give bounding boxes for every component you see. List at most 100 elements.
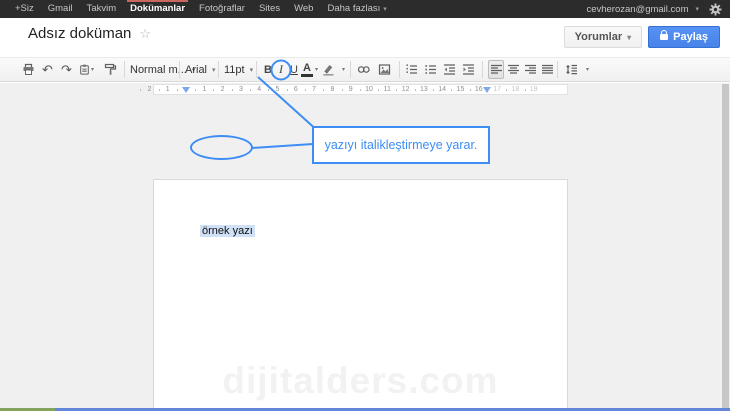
ruler-number: 8 <box>330 86 334 93</box>
toolbar-separator <box>124 61 125 78</box>
web-clipboard-button[interactable]: ▾ <box>79 61 98 78</box>
watermark: dijitalders.com <box>154 360 567 402</box>
account-email[interactable]: cevherozan@gmail.com <box>586 4 688 15</box>
ruler-number: 7 <box>312 86 316 93</box>
line-spacing-button[interactable] <box>563 61 579 78</box>
header-actions: Yorumlar ▾ Paylaş <box>564 26 720 48</box>
ruler-number: 11 <box>384 86 391 93</box>
star-icon[interactable]: ☆ <box>139 26 151 42</box>
ruler-number: 10 <box>365 86 373 93</box>
document-title[interactable]: Adsız doküman <box>28 25 131 42</box>
align-center-button[interactable] <box>505 60 521 79</box>
ruler-tick <box>506 89 507 91</box>
font-size-dropdown[interactable]: 11pt ▾ <box>224 61 251 78</box>
undo-button[interactable]: ↶ <box>41 61 54 78</box>
ruler-number: 18 <box>511 86 519 93</box>
align-right-button[interactable] <box>522 60 538 79</box>
decrease-indent-button[interactable] <box>443 61 456 78</box>
paint-format-button[interactable] <box>104 61 117 78</box>
scrollbar-thumb[interactable] <box>722 84 729 409</box>
ruler-number: 19 <box>530 86 538 93</box>
document-canvas: dijitalders.com örnek yazı <box>0 83 730 411</box>
numbered-list-button[interactable] <box>405 61 418 78</box>
ruler-tick <box>213 89 214 91</box>
ruler-tick <box>287 89 288 91</box>
font-size-value: 11pt <box>224 64 245 76</box>
redo-button[interactable]: ↷ <box>60 61 73 78</box>
ruler-tick <box>250 89 251 91</box>
chevron-down-icon: ▾ <box>250 66 254 74</box>
ruler-number: 14 <box>438 86 446 93</box>
chevron-down-icon[interactable]: ▾ <box>695 5 699 13</box>
topbar-item[interactable]: Gmail <box>41 0 80 18</box>
ruler-tick <box>525 89 526 91</box>
bold-button[interactable]: B <box>262 61 274 78</box>
toolbar-separator <box>482 61 483 78</box>
chevron-down-icon: ▾ <box>91 66 94 73</box>
lock-icon <box>660 34 668 40</box>
ruler-tick <box>451 89 452 91</box>
italic-label: I <box>279 62 283 77</box>
font-dropdown[interactable]: Arial ▾ <box>185 61 213 78</box>
align-justify-button[interactable] <box>539 60 555 79</box>
align-left-button[interactable] <box>488 60 504 79</box>
italic-button[interactable]: I <box>275 61 287 78</box>
bulleted-list-button[interactable] <box>424 61 437 78</box>
ruler-tick <box>342 89 343 91</box>
gear-icon[interactable] <box>709 3 722 16</box>
topbar-item[interactable]: +Siz <box>8 0 41 18</box>
toolbar-separator <box>256 61 257 78</box>
font-value: Arial <box>185 64 207 76</box>
topbar-item[interactable]: Dokümanlar <box>123 0 192 18</box>
topbar-item[interactable]: Takvim <box>80 0 124 18</box>
ruler-number: 5 <box>276 86 280 93</box>
topbar-item[interactable]: Sites <box>252 0 287 18</box>
ruler-tick <box>378 89 379 91</box>
toolbar-separator <box>179 61 180 78</box>
ruler-number: 12 <box>402 86 410 93</box>
print-button[interactable] <box>22 61 35 78</box>
topbar-item[interactable]: Web <box>287 0 320 18</box>
toolbar-separator <box>350 61 351 78</box>
chevron-down-icon: ▾ <box>627 33 631 42</box>
document-page[interactable]: dijitalders.com örnek yazı <box>153 179 568 411</box>
ruler-number: 3 <box>239 86 243 93</box>
text-color-button[interactable]: A <box>301 63 313 77</box>
left-margin-marker[interactable] <box>182 87 190 93</box>
topbar-nav: +SizGmailTakvimDokümanlarFotoğraflarSite… <box>0 0 394 18</box>
ruler-tick <box>177 89 178 91</box>
comments-button[interactable]: Yorumlar ▾ <box>564 26 643 48</box>
topbar-item[interactable]: Daha fazlası▾ <box>320 0 393 18</box>
chevron-down-icon: ▾ <box>383 6 387 13</box>
chevron-down-icon[interactable]: ▾ <box>342 66 345 73</box>
ruler-tick <box>360 89 361 91</box>
styles-dropdown[interactable]: Normal m... ▾ <box>130 61 174 78</box>
ruler-number: 15 <box>457 86 465 93</box>
ruler-number: 16 <box>475 86 483 93</box>
undo-icon: ↶ <box>42 63 53 76</box>
ruler-number: 4 <box>257 86 261 93</box>
increase-indent-button[interactable] <box>462 61 475 78</box>
ruler-number: 2 <box>221 86 225 93</box>
insert-image-button[interactable] <box>377 61 392 78</box>
ruler-tick <box>323 89 324 91</box>
highlight-color-button[interactable] <box>322 61 335 78</box>
insert-link-button[interactable] <box>356 61 371 78</box>
ruler-tick <box>268 89 269 91</box>
sample-text[interactable]: örnek yazı <box>200 225 255 237</box>
topbar-item[interactable]: Fotoğraflar <box>192 0 252 18</box>
ruler-tick <box>305 89 306 91</box>
ruler-strip[interactable]: 2112345678910111213141516171819 <box>153 84 568 95</box>
ruler-number: 2 <box>147 86 151 93</box>
toolbar-separator <box>399 61 400 78</box>
share-button[interactable]: Paylaş <box>648 26 720 48</box>
ruler-tick <box>470 89 471 91</box>
ruler-tick <box>140 89 141 91</box>
underline-button[interactable]: U <box>288 61 300 78</box>
chevron-down-icon[interactable]: ▾ <box>315 66 318 73</box>
chevron-down-icon[interactable]: ▾ <box>586 66 589 73</box>
ruler-number: 17 <box>493 86 501 93</box>
ruler-tick <box>396 89 397 91</box>
vertical-scrollbar[interactable] <box>720 83 730 411</box>
ruler-number: 6 <box>294 86 298 93</box>
